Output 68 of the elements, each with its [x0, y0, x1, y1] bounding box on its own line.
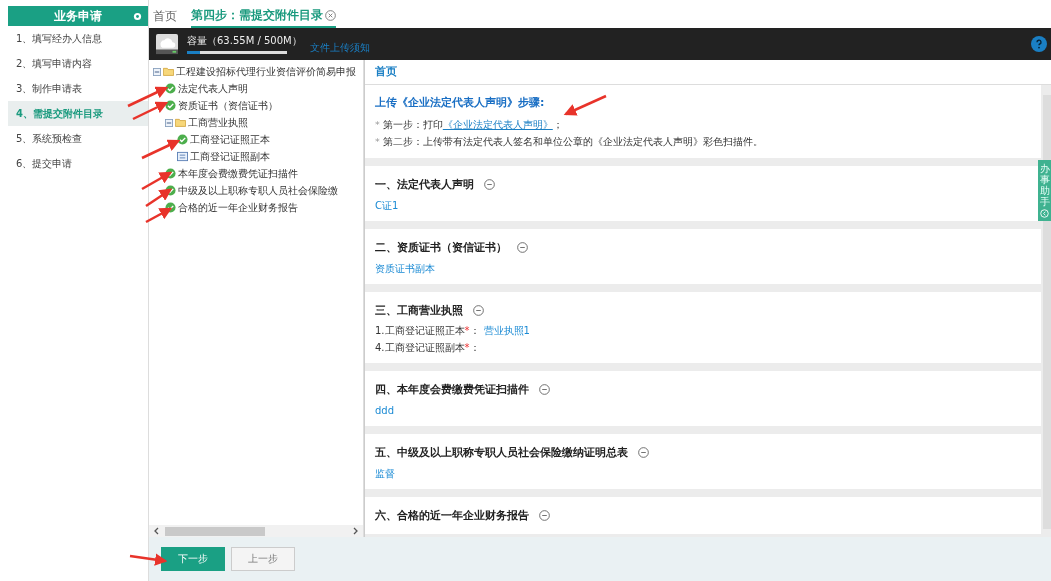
arrow-annotation: [129, 553, 168, 566]
tree-item[interactable]: 本年度会费缴费凭证扫描件: [178, 166, 298, 181]
step-text: * 第二步：上传带有法定代表人签名和单位公章的《企业法定代表人声明》彩色扫描件。: [375, 135, 764, 149]
close-icon[interactable]: [325, 9, 336, 21]
download-link[interactable]: 《企业法定代表人声明》: [442, 119, 553, 130]
section-title: 三、工商营业执照: [375, 302, 463, 318]
step-text: * 第一步：打印《企业法定代表人声明》；: [375, 118, 564, 132]
sidebar-item[interactable]: 5、系统预检查: [8, 126, 148, 151]
check-icon: [165, 185, 176, 196]
scroll-left-icon[interactable]: [153, 527, 159, 535]
file-link[interactable]: 资质证书副本: [375, 263, 435, 274]
sidebar-item[interactable]: 1、填写经办人信息: [8, 26, 148, 51]
check-icon: [165, 83, 176, 94]
field-label: 4.工商登记证照副本*：: [375, 342, 480, 353]
folder-icon: [163, 66, 174, 77]
arrow-annotation: [145, 207, 173, 224]
tree-item[interactable]: 法定代表人声明: [178, 81, 248, 96]
collapse-icon[interactable]: [473, 304, 484, 316]
tree-item[interactable]: 工程建设招标代理行业资信评价简易申报: [176, 64, 356, 79]
collapse-icon[interactable]: [539, 383, 550, 395]
sidebar-item[interactable]: 3、制作申请表: [8, 76, 148, 101]
file-link[interactable]: 营业执照1: [483, 325, 530, 336]
tree-item[interactable]: 工商登记证照正本: [190, 132, 270, 147]
arrow-annotation: [141, 139, 181, 160]
file-link[interactable]: ddd: [375, 405, 395, 416]
arrow-annotation: [132, 101, 169, 121]
tree-item[interactable]: 工商营业执照: [188, 115, 248, 130]
intro-title: 上传《企业法定代表人声明》步骤:: [375, 95, 545, 110]
horizontal-scrollbar[interactable]: [149, 525, 363, 537]
arrow-annotation: [141, 171, 173, 191]
upload-notice-link[interactable]: 文件上传须知: [310, 41, 370, 55]
help-icon[interactable]: [1031, 36, 1047, 52]
check-icon: [165, 202, 176, 213]
field-label: 1.工商登记证照正本*：: [375, 325, 480, 336]
section-title: 六、合格的近一年企业财务报告: [375, 507, 529, 523]
cloud-drive-icon: [155, 33, 179, 55]
file-link[interactable]: 监督: [375, 468, 395, 479]
document-icon: [177, 151, 188, 162]
tab[interactable]: 首页: [153, 4, 177, 28]
scroll-right-icon[interactable]: [353, 527, 359, 535]
back-arrow-icon[interactable]: [1040, 209, 1049, 218]
tree-item[interactable]: 资质证书（资信证书）: [178, 98, 278, 113]
check-icon: [165, 100, 176, 111]
collapse-icon[interactable]: [517, 241, 528, 253]
check-icon: [177, 134, 188, 145]
tree-item[interactable]: 工商登记证照副本: [190, 149, 270, 164]
arrow-annotation: [145, 188, 173, 208]
section-title: 四、本年度会费缴费凭证扫描件: [375, 381, 529, 397]
tree-item[interactable]: 合格的近一年企业财务报告: [178, 200, 298, 215]
check-icon: [165, 168, 176, 179]
settings-icon[interactable]: [133, 11, 142, 21]
file-link[interactable]: C证1: [375, 200, 399, 211]
section-title: 五、中级及以上职称专职人员社会保险缴纳证明总表: [375, 444, 628, 460]
collapse-icon[interactable]: [638, 446, 649, 458]
arrow-annotation: [127, 86, 169, 108]
back-button[interactable]: 上一步: [231, 547, 295, 571]
tree-item[interactable]: 中级及以上职称专职人员社会保险缴: [178, 183, 338, 198]
collapse-icon[interactable]: [539, 509, 550, 521]
collapse-icon[interactable]: [165, 118, 173, 127]
sidebar-title: 业务申请: [54, 7, 102, 25]
section-title: 一、法定代表人声明: [375, 176, 474, 192]
section-title: 二、资质证书（资信证书）: [375, 239, 507, 255]
collapse-icon[interactable]: [153, 67, 161, 76]
sidebar-item[interactable]: 2、填写申请内容: [8, 51, 148, 76]
collapse-icon[interactable]: [484, 178, 495, 190]
arrow-annotation: [563, 94, 607, 116]
folder-icon: [175, 117, 186, 128]
sidebar-item[interactable]: 6、提交申请: [8, 151, 148, 176]
